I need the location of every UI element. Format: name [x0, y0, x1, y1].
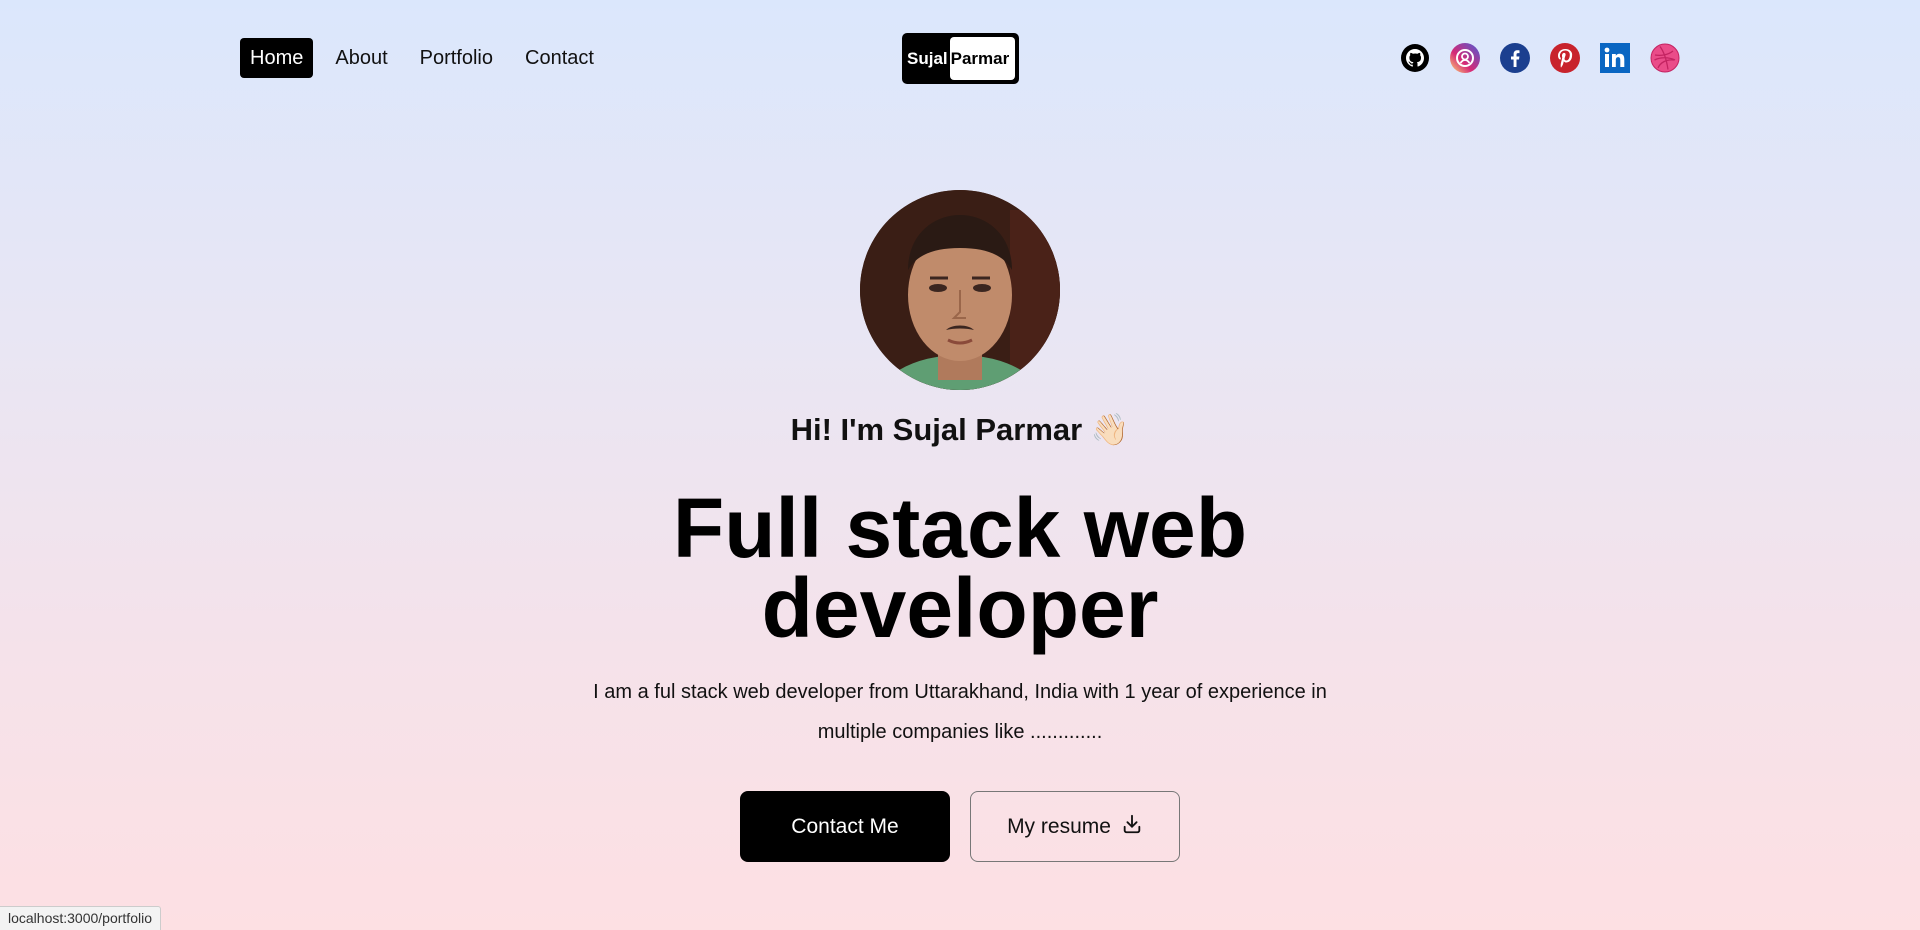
resume-button[interactable]: My resume [970, 791, 1180, 862]
profile-photo [860, 190, 1060, 390]
social-links [1400, 43, 1680, 73]
nav-contact-link[interactable]: Contact [515, 38, 604, 78]
navbar: Home About Portfolio Contact Sujal Parma… [240, 33, 1680, 84]
greeting-text: Hi! I'm Sujal Parmar 👋🏻 [790, 412, 1130, 447]
facebook-icon[interactable] [1500, 43, 1530, 73]
dribbble-icon[interactable] [1650, 43, 1680, 73]
pinterest-icon[interactable] [1550, 43, 1580, 73]
logo-first-name: Sujal [907, 48, 948, 68]
logo-last-name: Parmar [949, 37, 1015, 80]
headline: Full stack web developer [672, 481, 1248, 655]
nav-links: Home About Portfolio Contact [240, 38, 604, 78]
site-logo[interactable]: Sujal Parmar [902, 33, 1019, 84]
threads-icon[interactable] [1450, 43, 1480, 73]
download-icon [1121, 813, 1143, 841]
intro-text: I am a ful stack web developer from Utta… [593, 681, 1327, 743]
hero-actions: Contact Me My resume [740, 791, 1180, 862]
resume-label: My resume [1007, 814, 1111, 838]
nav-home-link[interactable]: Home [240, 38, 314, 78]
nav-about-link[interactable]: About [325, 38, 397, 78]
status-bar-url: localhost:3000/portfolio [0, 906, 161, 930]
contact-me-label: Contact Me [791, 814, 899, 838]
linkedin-icon[interactable] [1600, 43, 1630, 73]
github-icon[interactable] [1400, 43, 1430, 73]
nav-portfolio-link[interactable]: Portfolio [410, 38, 503, 78]
contact-me-button[interactable]: Contact Me [740, 791, 950, 862]
